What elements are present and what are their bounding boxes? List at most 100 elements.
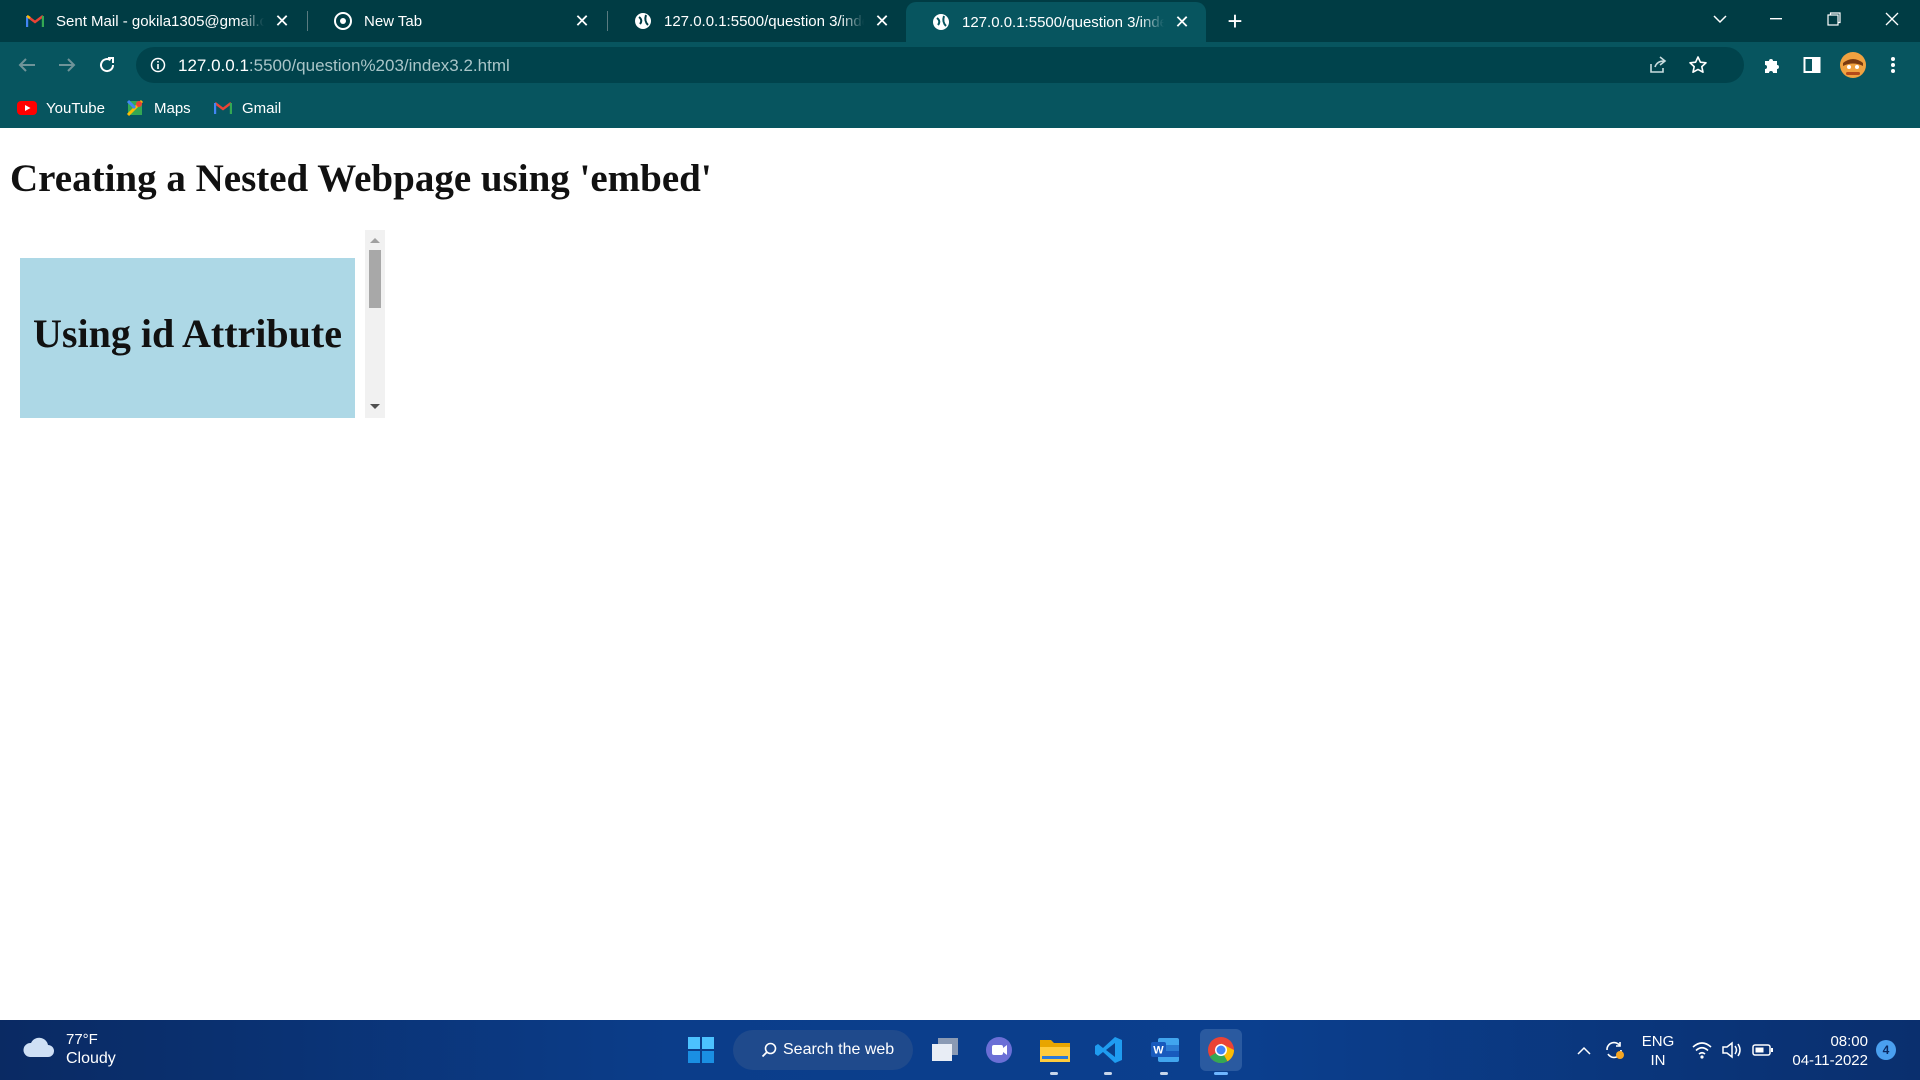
tab-search-button[interactable] [1692,0,1748,38]
windows-start-icon [688,1037,714,1063]
back-button[interactable] [10,48,44,82]
tab-title: Sent Mail - gokila1305@gmail.com [56,12,264,30]
chrome-button[interactable] [1200,1029,1242,1075]
tab-new-tab[interactable]: New Tab ✕ [308,0,606,42]
restore-icon [1827,12,1841,26]
page-viewport: Creating a Nested Webpage using 'embed' … [0,128,1920,1020]
bookmark-label: Gmail [242,99,282,117]
word-icon: W [1151,1038,1179,1062]
chrome-icon [1208,1037,1235,1064]
task-view-icon [932,1038,958,1061]
share-icon[interactable] [1648,55,1668,80]
battery-icon [1752,1044,1773,1056]
minimize-button[interactable] [1748,0,1804,38]
url-path: :5500/question%203/index3.2.html [248,56,510,75]
wifi-icon [1692,1042,1712,1059]
taskbar-search[interactable]: Search the web [733,1030,913,1070]
minimize-icon [1770,18,1782,20]
weather-temp: 77°F [66,1031,98,1048]
gmail-icon [26,12,44,30]
vscode-button[interactable] [1088,1029,1130,1075]
bookmarks-bar: YouTube Maps Gmail [0,88,1920,128]
info-icon[interactable] [150,57,166,78]
scroll-up-arrow[interactable] [370,238,380,243]
bookmark-star-icon[interactable] [1688,55,1708,80]
file-explorer-icon [1040,1040,1070,1062]
tab-title: 127.0.0.1:5500/question 3/index3.2.html [664,12,864,30]
reload-button[interactable] [90,48,124,82]
tab-localhost-1[interactable]: 127.0.0.1:5500/question 3/index3.2.html … [608,0,906,42]
bookmark-label: YouTube [46,99,105,117]
search-icon [761,1042,777,1058]
start-button[interactable] [680,1029,722,1071]
show-hidden-icons-button[interactable] [1572,1038,1596,1062]
running-indicator [1160,1072,1168,1075]
weather-widget[interactable]: 77°F Cloudy [22,1030,116,1068]
tab-strip: Sent Mail - gokila1305@gmail.com ✕ New T… [0,0,1920,42]
maps-icon [124,99,146,117]
bookmark-gmail[interactable]: Gmail [212,96,281,120]
clock[interactable]: 08:00 04-11-2022 [1788,1032,1868,1070]
close-icon[interactable]: ✕ [870,9,894,33]
running-indicator [1104,1072,1112,1075]
page-heading: Creating a Nested Webpage using 'embed' [10,157,712,200]
profile-avatar[interactable] [1836,48,1870,82]
side-panel-button[interactable] [1795,48,1829,82]
tab-gmail[interactable]: Sent Mail - gokila1305@gmail.com ✕ [0,0,306,42]
puzzle-icon [1765,59,1779,73]
word-button[interactable]: W [1144,1029,1186,1075]
gmail-icon [212,99,234,117]
scroll-down-arrow[interactable] [370,404,380,409]
teams-chat-icon [986,1037,1012,1063]
arrow-left-icon [18,58,35,72]
bookmark-youtube[interactable]: YouTube [16,96,105,120]
new-tab-button[interactable]: + [1220,6,1250,36]
avatar-icon [1840,52,1866,78]
sync-icon [1606,1041,1624,1059]
scroll-thumb[interactable] [369,250,381,308]
arrow-right-icon [59,58,76,72]
browser-toolbar: 127.0.0.1:5500/question%203/index3.2.htm… [0,42,1920,88]
sync-button[interactable] [1602,1038,1626,1062]
speaker-icon [1722,1041,1741,1059]
bookmark-maps[interactable]: Maps [124,96,191,120]
teams-chat-button[interactable] [978,1029,1020,1071]
vscode-icon [1095,1037,1122,1063]
clock-date: 04-11-2022 [1792,1052,1868,1069]
tab-title: New Tab [364,12,423,30]
tab-localhost-active[interactable]: 127.0.0.1:5500/question 3/index3.2.html … [906,2,1206,42]
menu-button[interactable] [1876,48,1910,82]
notification-badge[interactable]: 4 [1876,1040,1896,1060]
embed-heading: Using id Attribute [33,311,342,356]
extensions-button[interactable] [1755,48,1789,82]
task-view-button[interactable] [924,1029,966,1071]
taskbar: 77°F Cloudy Search the web W ENG IN 08:0… [0,1020,1920,1080]
chevron-down-icon [1713,14,1727,23]
youtube-icon [16,99,38,117]
embed-frame[interactable]: Using id Attribute [10,230,385,418]
battery-button[interactable] [1751,1038,1775,1062]
clock-time: 08:00 [1830,1033,1868,1050]
wifi-button[interactable] [1690,1038,1714,1062]
volume-button[interactable] [1720,1038,1744,1062]
reload-icon [100,57,115,73]
cloud-icon [22,1035,56,1064]
address-bar[interactable]: 127.0.0.1:5500/question%203/index3.2.htm… [136,47,1744,83]
restore-button[interactable] [1806,0,1862,38]
file-explorer-button[interactable] [1034,1029,1076,1075]
close-icon[interactable]: ✕ [270,9,294,33]
embed-content-box: Using id Attribute [20,258,355,418]
url-host: 127.0.0.1 [178,56,249,75]
running-indicator [1050,1072,1058,1075]
close-icon[interactable]: ✕ [1170,10,1194,34]
close-window-button[interactable] [1864,0,1920,38]
forward-button[interactable] [50,48,84,82]
tab-title: 127.0.0.1:5500/question 3/index3.2.html [962,13,1164,31]
embed-scrollbar[interactable] [365,230,385,418]
side-panel-icon [1803,57,1821,73]
language-code: ENG [1641,1033,1675,1050]
chrome-icon [334,12,352,30]
input-language-indicator[interactable]: ENG IN [1640,1032,1676,1070]
close-icon[interactable]: ✕ [570,9,594,33]
url-text[interactable]: 127.0.0.1:5500/question%203/index3.2.htm… [178,56,510,76]
